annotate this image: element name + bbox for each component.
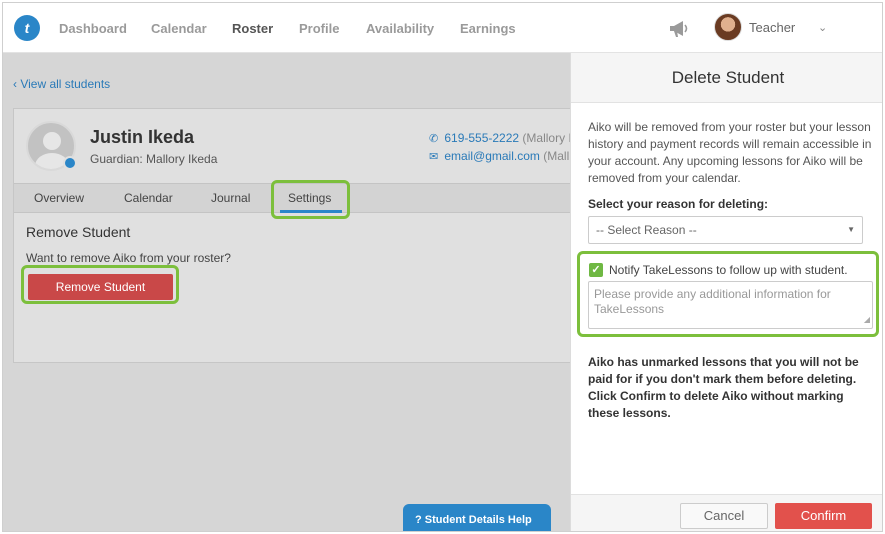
email-address[interactable]: email@gmail.com <box>444 149 540 163</box>
guardian-name: Guardian: Mallory Ikeda <box>90 152 218 166</box>
panel-title: Delete Student <box>671 68 785 87</box>
view-all-students-link[interactable]: ‹ View all students <box>13 77 110 91</box>
confirm-button[interactable]: Confirm <box>775 503 872 529</box>
nav-availability[interactable]: Availability <box>366 21 434 36</box>
panel-footer: Cancel Confirm <box>571 494 882 531</box>
student-header: Justin Ikeda Guardian: Mallory Ikeda ✆ 6… <box>14 109 574 184</box>
reason-select[interactable]: -- Select Reason -- ▼ <box>588 216 863 244</box>
app-window: t Dashboard Calendar Roster Profile Avai… <box>2 2 883 532</box>
reason-select-value: -- Select Reason -- <box>596 223 697 237</box>
delete-description: Aiko will be removed from your roster bu… <box>588 120 872 185</box>
megaphone-icon[interactable] <box>667 17 691 44</box>
email-contact[interactable]: ✉ email@gmail.com (Mall <box>429 149 569 163</box>
user-name[interactable]: Teacher <box>749 20 795 35</box>
top-nav: t Dashboard Calendar Roster Profile Avai… <box>3 3 882 53</box>
unmarked-lessons-warning: Aiko has unmarked lessons that you will … <box>588 355 859 420</box>
chevron-down-icon[interactable]: ⌄ <box>818 21 827 34</box>
settings-tab-highlight <box>271 180 350 219</box>
caret-down-icon: ▼ <box>847 225 855 234</box>
reason-label: Select your reason for deleting: <box>588 197 769 211</box>
panel-header: Delete Student <box>571 53 882 103</box>
user-avatar[interactable] <box>714 13 742 41</box>
takelessons-badge-icon <box>63 156 77 170</box>
student-card: Justin Ikeda Guardian: Mallory Ikeda ✆ 6… <box>13 108 574 363</box>
envelope-icon: ✉ <box>429 151 439 163</box>
tab-calendar[interactable]: Calendar <box>124 191 173 205</box>
nav-calendar[interactable]: Calendar <box>151 21 207 36</box>
notify-section-highlight <box>577 251 879 337</box>
phone-icon: ✆ <box>429 133 439 145</box>
remove-student-description: Want to remove Aiko from your roster? <box>26 251 231 265</box>
nav-profile[interactable]: Profile <box>299 21 339 36</box>
cancel-button[interactable]: Cancel <box>680 503 768 529</box>
nav-earnings[interactable]: Earnings <box>460 21 516 36</box>
nav-dashboard[interactable]: Dashboard <box>59 21 127 36</box>
takelessons-logo[interactable]: t <box>14 15 40 41</box>
student-name: Justin Ikeda <box>90 127 195 147</box>
email-owner: (Mall <box>543 149 570 163</box>
phone-number[interactable]: 619-555-2222 <box>444 131 519 145</box>
tab-overview[interactable]: Overview <box>34 191 84 205</box>
phone-contact[interactable]: ✆ 619-555-2222 (Mallory I <box>429 131 572 145</box>
student-details-help-button[interactable]: ? Student Details Help <box>403 504 551 531</box>
nav-roster[interactable]: Roster <box>232 21 273 36</box>
remove-student-heading: Remove Student <box>26 224 131 240</box>
tab-journal[interactable]: Journal <box>211 191 250 205</box>
remove-button-highlight <box>21 265 179 304</box>
phone-owner: (Mallory I <box>522 131 572 145</box>
